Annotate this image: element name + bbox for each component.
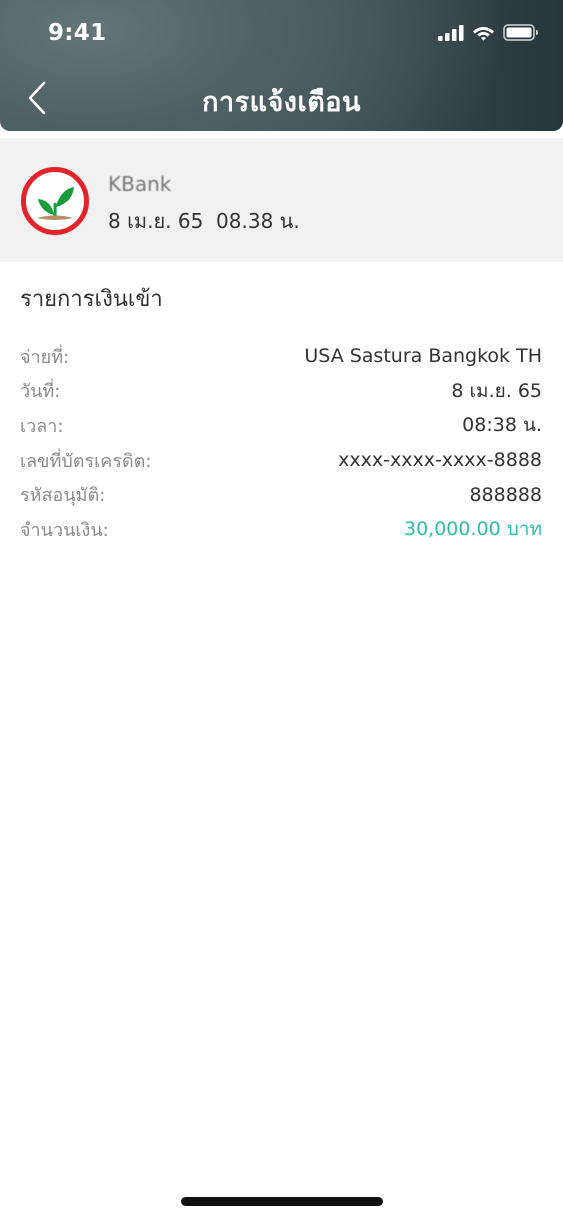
detail-row-merchant: จ่ายที่: USA Sastura Bangkok TH	[20, 339, 542, 374]
detail-row-date: วันที่: 8 เม.ย. 65	[20, 374, 542, 409]
amount-value: 30,000.00 บาท	[404, 518, 542, 541]
status-time: 9:41	[48, 20, 107, 46]
notification-sender-card: KBank 8 เม.ย. 65 08.38 น.	[0, 138, 563, 262]
merchant-label: จ่ายที่:	[20, 346, 70, 368]
app-header: 9:41 การแจ้งเตือน	[0, 0, 563, 131]
date-label: วันที่:	[20, 381, 61, 403]
cellular-signal-icon	[438, 24, 464, 41]
kbank-logo	[21, 167, 89, 235]
sender-name: KBank	[108, 172, 172, 196]
nav-bar: การแจ้งเตือน	[0, 66, 563, 131]
detail-row-amount: จำนวนเงิน: 30,000.00 บาท	[20, 512, 542, 547]
status-bar: 9:41	[0, 0, 563, 66]
detail-row-card-number: เลขที่บัตรเครดิต: xxxx-xxxx-xxxx-8888	[20, 443, 542, 478]
detail-row-time: เวลา: 08:38 น.	[20, 408, 542, 443]
merchant-value: USA Sastura Bangkok TH	[304, 345, 542, 368]
notification-datetime: 8 เม.ย. 65 08.38 น.	[108, 209, 300, 233]
transaction-details: จ่ายที่: USA Sastura Bangkok TH วันที่: …	[20, 339, 542, 547]
detail-row-approval-code: รหัสอนุมัติ: 888888	[20, 477, 542, 512]
time-value: 08:38 น.	[462, 414, 542, 437]
transaction-title: รายการเงินเข้า	[20, 287, 163, 312]
card-number-label: เลขที่บัตรเครดิต:	[20, 450, 152, 472]
amount-label: จำนวนเงิน:	[20, 519, 109, 541]
approval-code-value: 888888	[469, 483, 542, 506]
approval-code-label: รหัสอนุมัติ:	[20, 485, 106, 507]
time-label: เวลา:	[20, 415, 64, 437]
card-number-value: xxxx-xxxx-xxxx-8888	[338, 449, 542, 472]
date-value: 8 เม.ย. 65	[451, 379, 542, 402]
home-indicator	[181, 1197, 383, 1206]
page-title: การแจ้งเตือน	[202, 87, 361, 118]
battery-icon	[503, 24, 538, 41]
status-icons	[438, 24, 539, 41]
wifi-icon	[473, 27, 494, 41]
